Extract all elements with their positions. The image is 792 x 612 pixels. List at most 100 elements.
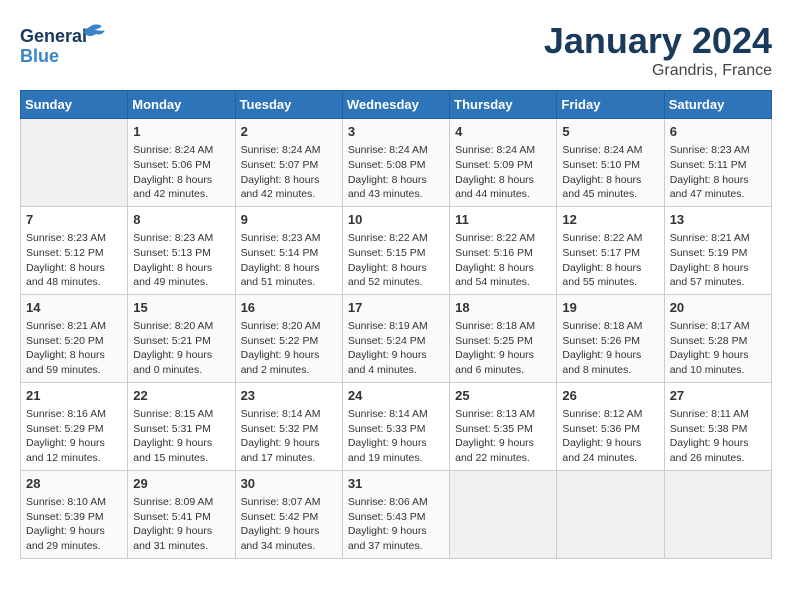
day-info: Sunrise: 8:17 AM Sunset: 5:28 PM Dayligh… — [670, 319, 766, 378]
day-info: Sunrise: 8:14 AM Sunset: 5:33 PM Dayligh… — [348, 407, 444, 466]
calendar-cell: 2Sunrise: 8:24 AM Sunset: 5:07 PM Daylig… — [235, 119, 342, 207]
calendar-cell: 8 Sunrise: 8:23 AM Sunset: 5:13 PM Daylig… — [128, 206, 235, 294]
day-number: 17 — [348, 299, 444, 317]
svg-text:General: General — [20, 26, 87, 46]
title-area: January 2024 Grandris, France — [544, 20, 772, 80]
day-info: Sunrise: 8:16 AM Sunset: 5:29 PM Dayligh… — [26, 407, 122, 466]
calendar-cell: 16Sunrise: 8:20 AM Sunset: 5:22 PM Dayli… — [235, 294, 342, 382]
day-number: 2 — [241, 123, 337, 141]
calendar-cell: 26 Sunrise: 8:12 AM Sunset: 5:36 PM Dayli… — [557, 382, 664, 470]
day-info: Sunrise: 8:24 AM Sunset: 5:06 PM Dayligh… — [133, 143, 229, 202]
calendar-cell: 28Sunrise: 8:10 AM Sunset: 5:39 PM Dayli… — [21, 470, 128, 558]
day-number: 27 — [670, 387, 766, 405]
calendar-cell: 5 Sunrise: 8:24 AM Sunset: 5:10 PM Daylig… — [557, 119, 664, 207]
calendar-cell: 29 Sunrise: 8:09 AM Sunset: 5:41 PM Dayli… — [128, 470, 235, 558]
calendar-week-5: 28Sunrise: 8:10 AM Sunset: 5:39 PM Dayli… — [21, 470, 772, 558]
day-info: Sunrise: 8:23 AM Sunset: 5:11 PM Dayligh… — [670, 143, 766, 202]
day-info: Sunrise: 8:18 AM Sunset: 5:25 PM Dayligh… — [455, 319, 551, 378]
day-number: 14 — [26, 299, 122, 317]
day-info: Sunrise: 8:12 AM Sunset: 5:36 PM Dayligh… — [562, 407, 658, 466]
col-header-friday: Friday — [557, 91, 664, 119]
day-info: Sunrise: 8:24 AM Sunset: 5:10 PM Dayligh… — [562, 143, 658, 202]
day-number: 23 — [241, 387, 337, 405]
calendar-cell: 20 Sunrise: 8:17 AM Sunset: 5:28 PM Dayli… — [664, 294, 771, 382]
calendar-cell: 13 Sunrise: 8:21 AM Sunset: 5:19 PM Dayli… — [664, 206, 771, 294]
day-number: 10 — [348, 211, 444, 229]
day-info: Sunrise: 8:23 AM Sunset: 5:13 PM Dayligh… — [133, 231, 229, 290]
calendar-cell: 14Sunrise: 8:21 AM Sunset: 5:20 PM Dayli… — [21, 294, 128, 382]
day-info: Sunrise: 8:22 AM Sunset: 5:15 PM Dayligh… — [348, 231, 444, 290]
logo: General Blue — [20, 20, 110, 75]
calendar-cell: 24 Sunrise: 8:14 AM Sunset: 5:33 PM Dayli… — [342, 382, 449, 470]
day-info: Sunrise: 8:07 AM Sunset: 5:42 PM Dayligh… — [241, 495, 337, 554]
day-number: 9 — [241, 211, 337, 229]
day-number: 5 — [562, 123, 658, 141]
day-info: Sunrise: 8:20 AM Sunset: 5:21 PM Dayligh… — [133, 319, 229, 378]
day-number: 19 — [562, 299, 658, 317]
calendar-week-2: 7 Sunrise: 8:23 AM Sunset: 5:12 PM Daylig… — [21, 206, 772, 294]
month-title: January 2024 — [544, 20, 772, 62]
day-number: 22 — [133, 387, 229, 405]
location-title: Grandris, France — [544, 62, 772, 80]
day-info: Sunrise: 8:22 AM Sunset: 5:17 PM Dayligh… — [562, 231, 658, 290]
day-info: Sunrise: 8:14 AM Sunset: 5:32 PM Dayligh… — [241, 407, 337, 466]
svg-text:Blue: Blue — [20, 46, 59, 66]
col-header-sunday: Sunday — [21, 91, 128, 119]
calendar-cell: 22Sunrise: 8:15 AM Sunset: 5:31 PM Dayli… — [128, 382, 235, 470]
day-number: 30 — [241, 475, 337, 493]
calendar-cell: 12 Sunrise: 8:22 AM Sunset: 5:17 PM Dayli… — [557, 206, 664, 294]
calendar-cell: 1 Sunrise: 8:24 AM Sunset: 5:06 PM Daylig… — [128, 119, 235, 207]
calendar-cell: 31 Sunrise: 8:06 AM Sunset: 5:43 PM Dayli… — [342, 470, 449, 558]
day-number: 4 — [455, 123, 551, 141]
day-number: 31 — [348, 475, 444, 493]
calendar-cell: 25 Sunrise: 8:13 AM Sunset: 5:35 PM Dayli… — [450, 382, 557, 470]
day-number: 20 — [670, 299, 766, 317]
header: General Blue January 2024 Grandris, Fran… — [20, 20, 772, 80]
day-info: Sunrise: 8:23 AM Sunset: 5:12 PM Dayligh… — [26, 231, 122, 290]
day-info: Sunrise: 8:19 AM Sunset: 5:24 PM Dayligh… — [348, 319, 444, 378]
calendar-cell: 6Sunrise: 8:23 AM Sunset: 5:11 PM Daylig… — [664, 119, 771, 207]
calendar-cell: 9 Sunrise: 8:23 AM Sunset: 5:14 PM Daylig… — [235, 206, 342, 294]
calendar-cell: 3 Sunrise: 8:24 AM Sunset: 5:08 PM Daylig… — [342, 119, 449, 207]
calendar-cell — [450, 470, 557, 558]
day-info: Sunrise: 8:06 AM Sunset: 5:43 PM Dayligh… — [348, 495, 444, 554]
day-info: Sunrise: 8:09 AM Sunset: 5:41 PM Dayligh… — [133, 495, 229, 554]
col-header-monday: Monday — [128, 91, 235, 119]
day-number: 24 — [348, 387, 444, 405]
calendar-cell: 10 Sunrise: 8:22 AM Sunset: 5:15 PM Dayli… — [342, 206, 449, 294]
calendar-cell: 4Sunrise: 8:24 AM Sunset: 5:09 PM Daylig… — [450, 119, 557, 207]
calendar-cell: 18Sunrise: 8:18 AM Sunset: 5:25 PM Dayli… — [450, 294, 557, 382]
day-info: Sunrise: 8:21 AM Sunset: 5:19 PM Dayligh… — [670, 231, 766, 290]
calendar-week-1: 1 Sunrise: 8:24 AM Sunset: 5:06 PM Daylig… — [21, 119, 772, 207]
day-number: 21 — [26, 387, 122, 405]
day-info: Sunrise: 8:22 AM Sunset: 5:16 PM Dayligh… — [455, 231, 551, 290]
calendar-cell: 19 Sunrise: 8:18 AM Sunset: 5:26 PM Dayli… — [557, 294, 664, 382]
day-info: Sunrise: 8:24 AM Sunset: 5:08 PM Dayligh… — [348, 143, 444, 202]
day-info: Sunrise: 8:13 AM Sunset: 5:35 PM Dayligh… — [455, 407, 551, 466]
day-number: 29 — [133, 475, 229, 493]
calendar-week-4: 21 Sunrise: 8:16 AM Sunset: 5:29 PM Dayli… — [21, 382, 772, 470]
day-number: 3 — [348, 123, 444, 141]
day-number: 8 — [133, 211, 229, 229]
calendar-cell: 15Sunrise: 8:20 AM Sunset: 5:21 PM Dayli… — [128, 294, 235, 382]
day-number: 12 — [562, 211, 658, 229]
col-header-saturday: Saturday — [664, 91, 771, 119]
calendar-cell: 21 Sunrise: 8:16 AM Sunset: 5:29 PM Dayli… — [21, 382, 128, 470]
day-info: Sunrise: 8:23 AM Sunset: 5:14 PM Dayligh… — [241, 231, 337, 290]
day-number: 1 — [133, 123, 229, 141]
calendar-cell: 27Sunrise: 8:11 AM Sunset: 5:38 PM Dayli… — [664, 382, 771, 470]
col-header-tuesday: Tuesday — [235, 91, 342, 119]
day-number: 26 — [562, 387, 658, 405]
day-info: Sunrise: 8:10 AM Sunset: 5:39 PM Dayligh… — [26, 495, 122, 554]
day-number: 13 — [670, 211, 766, 229]
col-header-thursday: Thursday — [450, 91, 557, 119]
logo-icon: General Blue — [20, 20, 110, 75]
day-number: 25 — [455, 387, 551, 405]
day-number: 7 — [26, 211, 122, 229]
day-info: Sunrise: 8:18 AM Sunset: 5:26 PM Dayligh… — [562, 319, 658, 378]
calendar-cell — [557, 470, 664, 558]
calendar-cell — [664, 470, 771, 558]
col-header-wednesday: Wednesday — [342, 91, 449, 119]
calendar-cell: 23 Sunrise: 8:14 AM Sunset: 5:32 PM Dayli… — [235, 382, 342, 470]
day-info: Sunrise: 8:20 AM Sunset: 5:22 PM Dayligh… — [241, 319, 337, 378]
